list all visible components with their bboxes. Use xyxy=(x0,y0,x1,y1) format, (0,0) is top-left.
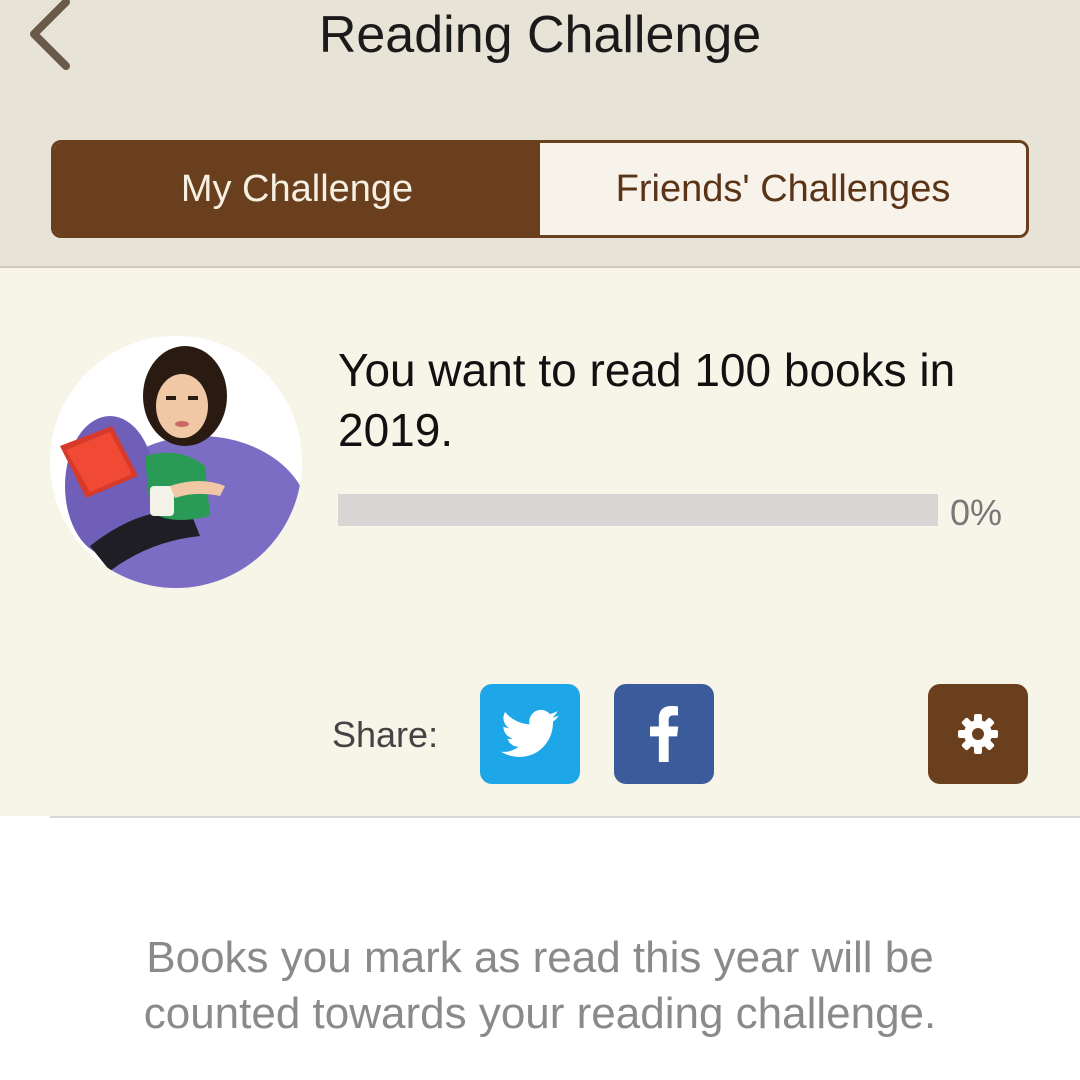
challenge-tabs: My Challenge Friends' Challenges xyxy=(51,140,1029,238)
share-label: Share: xyxy=(332,714,439,755)
header-bar: Reading Challenge My Challenge Friends' … xyxy=(0,0,1080,268)
gear-icon xyxy=(958,714,998,754)
tab-my-challenge[interactable]: My Challenge xyxy=(54,143,540,235)
facebook-share-button[interactable] xyxy=(614,684,714,784)
page-title: Reading Challenge xyxy=(318,6,762,64)
avatar-illustration xyxy=(50,336,302,588)
twitter-icon xyxy=(501,709,559,757)
twitter-share-button[interactable] xyxy=(480,684,580,784)
challenge-info-text: Books you mark as read this year will be… xyxy=(143,933,937,1038)
facebook-icon xyxy=(650,706,679,762)
challenge-goal-text: You want to read 100 books in 2019. xyxy=(338,344,956,456)
avatar xyxy=(50,336,302,588)
challenge-progress-bar xyxy=(338,494,938,526)
tab-friends-challenges[interactable]: Friends' Challenges xyxy=(540,143,1026,235)
progress-percent: 0% xyxy=(950,492,1003,533)
section-divider xyxy=(50,816,1080,818)
challenge-settings-button[interactable] xyxy=(928,684,1028,784)
